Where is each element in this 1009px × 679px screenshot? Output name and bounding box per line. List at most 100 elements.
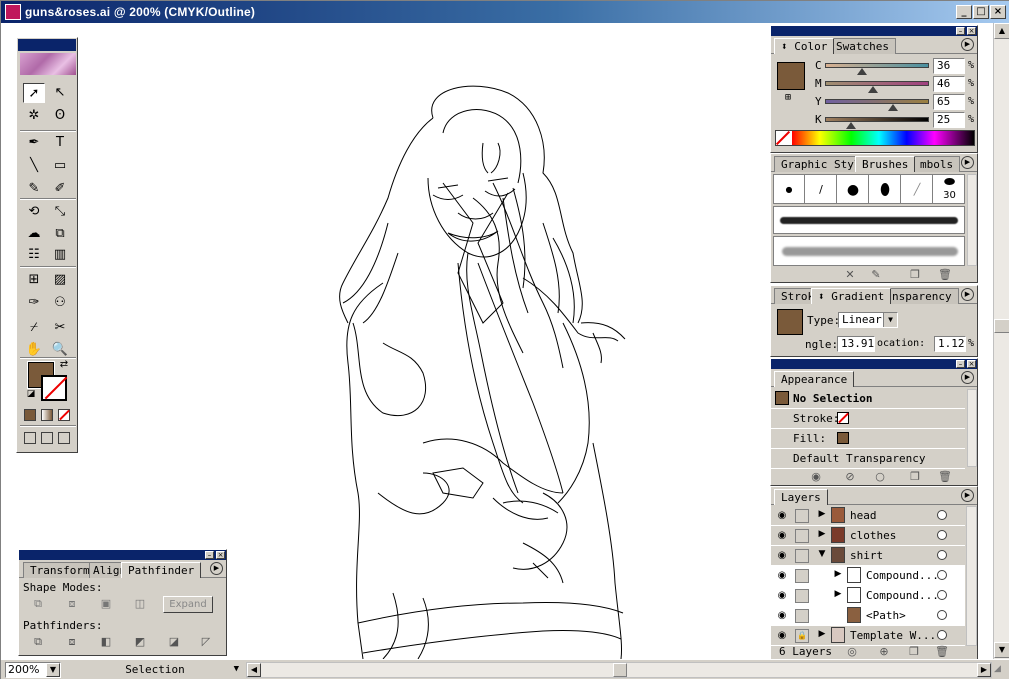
direct-selection-tool[interactable]: ↖ (49, 83, 71, 103)
brush-dot-medium[interactable]: ● (838, 175, 869, 203)
gradient-mode-icon[interactable] (41, 409, 53, 421)
brushes-scrollbar[interactable] (967, 174, 977, 266)
trim-icon[interactable]: ⧈ (63, 634, 81, 650)
expand-triangle-icon[interactable]: ▶ (833, 589, 843, 599)
target-circle-icon[interactable] (937, 550, 947, 560)
layer-row[interactable]: ◉ ▶ clothes (771, 526, 965, 546)
channel-slider-handle-m[interactable] (867, 86, 878, 93)
horizontal-scroll-thumb[interactable] (613, 663, 627, 677)
channel-slider-handle-c[interactable] (857, 68, 868, 75)
channel-slider-handle-k[interactable] (846, 122, 856, 129)
chevron-down-icon[interactable]: ▼ (46, 663, 60, 677)
delete-brush-icon[interactable]: 🗑 (936, 267, 954, 283)
brush-ellipse-30[interactable]: ⬬ 30 (934, 175, 964, 203)
brushes-panel-menu-button[interactable]: ▶ (961, 156, 974, 169)
pencil-tool[interactable]: ✐ (49, 179, 71, 199)
lock-toggle[interactable] (795, 549, 809, 563)
gradient-swatch[interactable] (777, 309, 803, 335)
tab-pathfinder[interactable]: Pathfinder (121, 562, 202, 578)
panel-minimize-button[interactable]: – (205, 551, 214, 559)
new-sublayer-icon[interactable]: ⊕ (875, 644, 893, 660)
type-tool[interactable]: T (49, 133, 71, 153)
warp-tool[interactable]: ☁ (23, 224, 45, 244)
brush-slash-thin[interactable]: / (806, 175, 837, 203)
visibility-eye-icon[interactable]: ◉ (775, 569, 789, 583)
appearance-panel-menu-button[interactable]: ▶ (961, 371, 974, 384)
scroll-up-arrow[interactable]: ▲ (994, 23, 1009, 39)
fill-swatch[interactable] (837, 432, 849, 444)
layer-row[interactable]: ◉ ▶ Compound... (771, 566, 965, 586)
crop-icon[interactable]: ◩ (131, 634, 149, 650)
visibility-eye-icon[interactable]: ◉ (775, 629, 789, 643)
new-art-basic-appearance-icon[interactable]: ◉ (807, 469, 825, 485)
paintbrush-tool[interactable]: ✎ (23, 179, 45, 199)
brush-dot-small[interactable]: ● (774, 175, 805, 203)
expand-triangle-icon[interactable]: ▼ (817, 549, 827, 559)
scroll-down-arrow[interactable]: ▼ (994, 642, 1009, 658)
tab-transform[interactable]: Transform (23, 562, 97, 578)
new-brush-icon[interactable]: ❐ (906, 267, 924, 283)
panel-close-button[interactable]: × (967, 360, 976, 368)
tab-appearance[interactable]: Appearance (774, 371, 855, 387)
vertical-scrollbar[interactable]: ▲ ▼ (993, 23, 1009, 659)
graph-tool[interactable]: ▥ (49, 245, 71, 265)
selection-tool[interactable]: ➚ (23, 83, 45, 103)
current-color-swatch[interactable] (777, 62, 805, 90)
merge-icon[interactable]: ◧ (97, 634, 115, 650)
layer-row[interactable]: ◉ ▼ shirt (771, 546, 965, 566)
out-of-gamut-icon[interactable]: ⊞ (785, 92, 791, 103)
visibility-eye-icon[interactable]: ◉ (775, 549, 789, 563)
pen-tool[interactable]: ✒ (23, 133, 45, 153)
delete-layer-icon[interactable]: 🗑 (933, 644, 951, 660)
brush-line-diagonal[interactable]: ╱ (902, 175, 933, 203)
target-circle-icon[interactable] (937, 610, 947, 620)
lasso-tool[interactable]: ʘ (49, 106, 71, 126)
toolbox-header[interactable] (18, 39, 76, 51)
mesh-tool[interactable]: ⊞ (23, 270, 45, 290)
expand-triangle-icon[interactable]: ▶ (833, 569, 843, 579)
layer-row[interactable]: ◉ 🔒 ▶ Template W... (771, 626, 965, 646)
minimize-button[interactable]: _ (956, 5, 972, 19)
stroke-color-box[interactable] (41, 375, 68, 401)
lock-toggle[interactable]: 🔒 (795, 629, 809, 643)
expand-button[interactable]: Expand (163, 596, 213, 613)
eyedropper-tool[interactable]: ✑ (23, 293, 45, 313)
gradient-type-select[interactable]: Linear ▼ (838, 312, 898, 328)
tab-symbols[interactable]: mbols (913, 156, 961, 172)
visibility-eye-icon[interactable]: ◉ (775, 589, 789, 603)
stroke-none-swatch[interactable] (837, 412, 849, 424)
maximize-button[interactable]: □ (973, 5, 989, 19)
expand-triangle-icon[interactable]: ▶ (817, 529, 827, 539)
full-screen-mode-icon[interactable] (58, 432, 70, 444)
rotate-tool[interactable]: ⟲ (23, 202, 45, 222)
appearance-scrollbar[interactable] (967, 389, 977, 467)
target-circle-icon[interactable] (937, 570, 947, 580)
default-colors-icon[interactable]: ◪ (25, 388, 37, 400)
tab-layers[interactable]: Layers (774, 489, 828, 505)
color-spectrum-bar[interactable] (775, 130, 975, 146)
status-mode-arrow-icon[interactable]: ▼ (234, 662, 239, 677)
adobe-flower-logo[interactable] (20, 53, 76, 75)
layer-row[interactable]: ◉ <Path> (771, 606, 965, 626)
vertical-scroll-thumb[interactable] (994, 319, 1009, 333)
channel-value-field-m[interactable]: 46 (933, 76, 965, 92)
channel-value-field-c[interactable]: 36 (933, 58, 965, 74)
tab-graphic-styles[interactable]: Graphic Styl (774, 156, 868, 172)
expand-triangle-icon[interactable]: ▶ (817, 509, 827, 519)
subtract-from-shape-area-icon[interactable]: ⧈ (63, 596, 81, 612)
line-tool[interactable]: ╲ (23, 156, 45, 176)
scroll-left-arrow[interactable]: ◀ (247, 663, 261, 677)
panel-minimize-button[interactable]: – (956, 27, 965, 35)
remove-brush-stroke-icon[interactable]: ✕ (841, 267, 859, 283)
gradient-tool[interactable]: ▨ (49, 270, 71, 290)
visibility-eye-icon[interactable]: ◉ (775, 529, 789, 543)
gradient-angle-field[interactable]: 13.91 (837, 336, 875, 352)
reduce-to-basic-appearance-icon[interactable]: ○ (871, 469, 889, 485)
panel-minimize-button[interactable]: – (956, 360, 965, 368)
scale-tool[interactable]: ⤡ (49, 202, 71, 222)
magic-wand-tool[interactable]: ✲ (23, 106, 45, 126)
channel-slider-c[interactable] (825, 63, 929, 68)
appearance-fill-row[interactable]: Fill: (771, 429, 965, 449)
resize-grip-icon[interactable]: ◢ (994, 664, 1008, 678)
lock-toggle[interactable] (795, 509, 809, 523)
